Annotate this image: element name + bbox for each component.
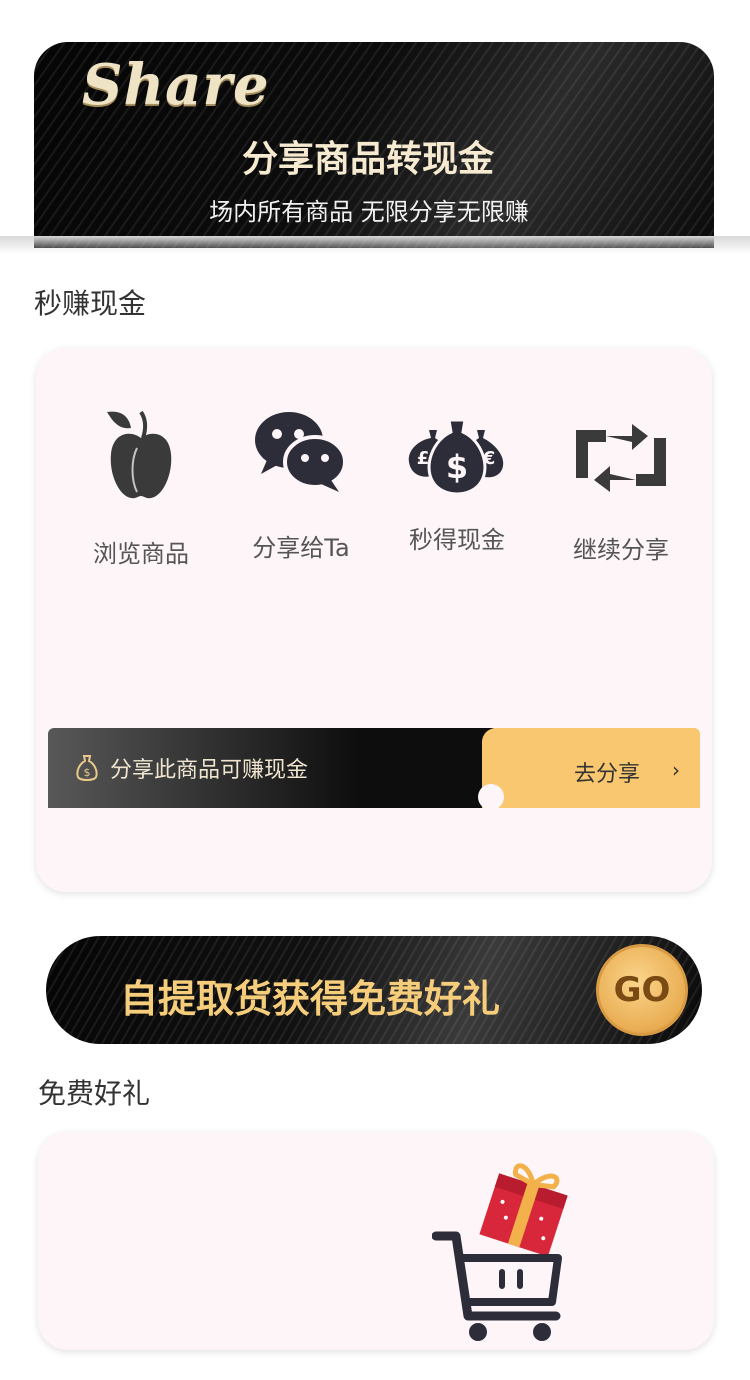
step-cash-label: 秒得现金 xyxy=(409,526,505,554)
svg-text:€: € xyxy=(482,448,496,469)
svg-text:$: $ xyxy=(446,448,468,486)
share-wordmark: Share xyxy=(82,52,270,118)
pickup-banner-text: 自提取货获得免费好礼 xyxy=(120,977,501,1021)
cash-steps-card: 浏览商品 分享给Ta $ £ € 秒得现金 继续分享 $ 分享此商品可赚现金 去… xyxy=(36,348,712,892)
step-share-label: 分享给Ta xyxy=(252,534,350,562)
step-browse-label: 浏览商品 xyxy=(93,540,189,568)
share-bar-info: $ 分享此商品可赚现金 xyxy=(48,728,494,808)
share-banner[interactable]: Share 分享商品转现金 场内所有商品 无限分享无限赚 xyxy=(34,42,714,248)
share-product-bar: $ 分享此商品可赚现金 去分享 › xyxy=(48,728,700,810)
step-share[interactable]: 分享给Ta xyxy=(226,408,376,563)
money-bag-icon: $ xyxy=(76,755,98,781)
chevron-right-icon: › xyxy=(672,758,680,782)
apple-icon xyxy=(107,410,172,499)
share-bar-text: 分享此商品可赚现金 xyxy=(110,758,309,783)
cash-section-title: 秒赚现金 xyxy=(34,287,147,320)
steps-row: 浏览商品 分享给Ta $ £ € 秒得现金 继续分享 xyxy=(36,408,712,568)
step-browse[interactable]: 浏览商品 xyxy=(66,408,216,569)
repeat-icon xyxy=(576,424,666,492)
banner-title: 分享商品转现金 xyxy=(241,139,494,180)
go-share-button[interactable]: 去分享 › xyxy=(482,728,700,808)
go-share-label: 去分享 xyxy=(574,762,641,787)
wechat-icon xyxy=(255,412,347,492)
go-button[interactable]: GO xyxy=(596,944,688,1036)
banner-subtitle: 场内所有商品 无限分享无限赚 xyxy=(209,198,529,226)
gift-cart-icon xyxy=(432,1163,568,1341)
svg-text:$: $ xyxy=(84,766,91,779)
step-continue-label: 继续分享 xyxy=(573,536,669,564)
pickup-gift-banner[interactable]: 自提取货获得免费好礼 GO xyxy=(46,936,702,1044)
gift-section-title: 免费好礼 xyxy=(38,1077,151,1110)
banner-shadow xyxy=(0,236,750,254)
svg-text:£: £ xyxy=(417,448,430,469)
bar-notch xyxy=(478,784,504,810)
step-continue[interactable]: 继续分享 xyxy=(546,422,696,565)
money-bags-icon: $ £ € xyxy=(408,418,504,496)
free-gift-card[interactable] xyxy=(38,1132,714,1350)
step-cash[interactable]: $ £ € 秒得现金 xyxy=(382,416,532,555)
